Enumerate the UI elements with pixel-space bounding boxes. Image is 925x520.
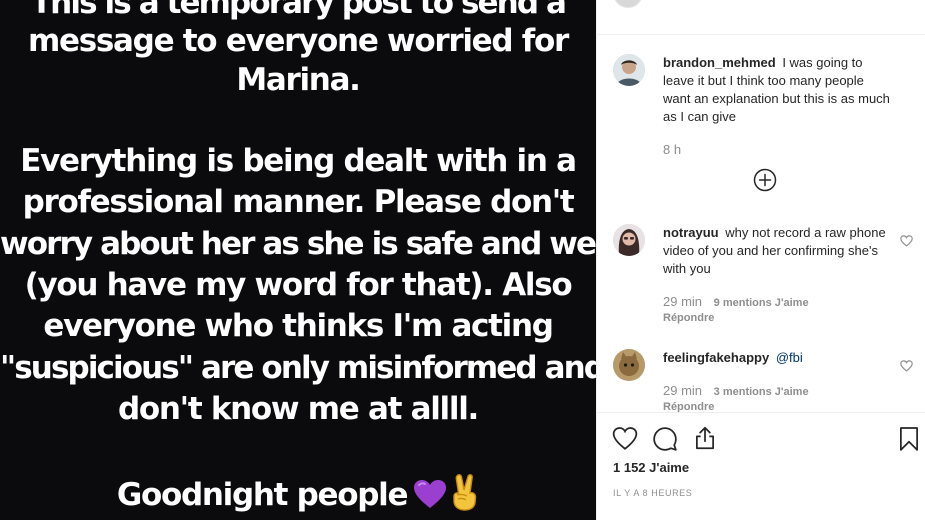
plus-circle-icon <box>753 168 777 192</box>
story-text-line: This is a temporary post to send a <box>30 0 567 21</box>
post-action-bar: 1 152 J'aime IL Y A 8 HEURES <box>597 412 925 520</box>
purple-heart-icon <box>413 479 447 519</box>
heart-icon <box>612 427 638 450</box>
story-text-line: everyone who thinks I'm acting <box>43 308 554 344</box>
comment-time[interactable]: 8 h <box>663 142 681 157</box>
comment-meta: 29 min 3 mentions J'aime <box>663 383 809 398</box>
comment-username[interactable]: feelingfakehappy <box>663 350 769 365</box>
comment-likes[interactable]: 3 mentions J'aime <box>714 386 809 398</box>
comment-time[interactable]: 29 min <box>663 294 702 309</box>
comment-mention[interactable]: @fbi <box>776 350 803 365</box>
save-button[interactable] <box>896 426 922 452</box>
load-more-comments-button[interactable] <box>753 168 777 192</box>
avatar[interactable] <box>613 54 645 86</box>
likes-count[interactable]: 1 152 J'aime <box>613 460 689 475</box>
comment-meta: 8 h <box>663 142 681 157</box>
comment-text: brandon_mehmed I was going to leave it b… <box>663 54 891 126</box>
comment-text: feelingfakehappy @fbi <box>663 349 891 367</box>
heart-outline-icon <box>900 235 913 247</box>
comment-button[interactable] <box>652 426 678 452</box>
comment-text: notrayuu why not record a raw phone vide… <box>663 224 891 278</box>
comment-item: brandon_mehmed I was going to leave it b… <box>613 54 913 164</box>
heart-outline-icon <box>900 360 913 372</box>
post-image: This is a temporary post to send a messa… <box>0 0 596 520</box>
story-text-line: professional manner. Please don't <box>22 184 575 220</box>
comment-icon <box>653 427 677 451</box>
story-text-line: worry about her as she is safe and well <box>0 226 596 262</box>
story-text-line: Everything is being dealt with in a <box>20 143 577 179</box>
like-button[interactable] <box>612 426 638 452</box>
divider <box>597 34 925 35</box>
story-text-line: "suspicious" are only misinformed and <box>0 350 596 386</box>
instagram-post-view: This is a temporary post to send a messa… <box>0 0 925 520</box>
avatar[interactable] <box>613 349 645 381</box>
avatar[interactable] <box>613 224 645 256</box>
like-comment-button[interactable] <box>900 359 913 372</box>
comment-likes[interactable]: 9 mentions J'aime <box>714 297 809 309</box>
comment-item: feelingfakehappy @fbi 29 min 3 mentions … <box>613 349 913 413</box>
story-text-line: don't know me at allll. <box>117 391 479 427</box>
victory-hand-icon <box>449 473 479 520</box>
story-text-line: Marina. <box>236 62 361 98</box>
comment-username[interactable]: notrayuu <box>663 225 719 240</box>
story-text-line: Goodnight people <box>116 477 409 513</box>
comment-meta: 29 min 9 mentions J'aime <box>663 294 809 309</box>
like-comment-button[interactable] <box>900 234 913 247</box>
story-closing-line: Goodnight people <box>0 473 596 520</box>
story-text-line: (you have my word for that). Also <box>24 267 573 303</box>
comment-username[interactable]: brandon_mehmed <box>663 55 776 70</box>
comment-time[interactable]: 29 min <box>663 383 702 398</box>
reply-button[interactable]: Répondre <box>663 312 714 324</box>
share-button[interactable] <box>692 425 718 451</box>
bookmark-icon <box>900 427 918 451</box>
share-icon <box>696 426 714 450</box>
avatar[interactable] <box>613 0 643 8</box>
story-text-line: message to everyone worried for <box>28 23 569 59</box>
comments-panel: brandon_mehmed I was going to leave it b… <box>596 0 925 520</box>
post-timestamp[interactable]: IL Y A 8 HEURES <box>613 488 692 498</box>
comment-item: notrayuu why not record a raw phone vide… <box>613 224 913 334</box>
